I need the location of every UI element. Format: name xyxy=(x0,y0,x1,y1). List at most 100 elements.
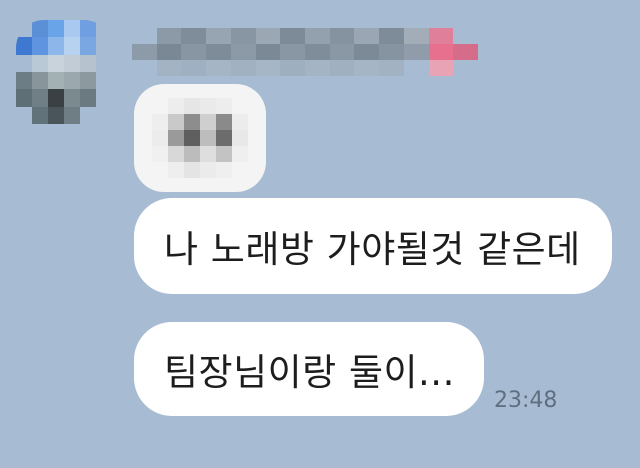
mosaic-pixel xyxy=(428,60,454,76)
mosaic-pixel xyxy=(96,71,112,90)
message-bubble[interactable]: 나 노래방 가야될것 같은데 xyxy=(134,198,612,294)
mosaic-pixel xyxy=(232,162,248,178)
message-timestamp: 23:48 xyxy=(494,388,558,413)
mosaic-pixel xyxy=(16,71,32,90)
mosaic-pixel xyxy=(64,37,80,55)
mosaic-pixel xyxy=(184,146,200,162)
mosaic-pixel xyxy=(80,71,96,90)
mosaic-pixel xyxy=(80,54,96,72)
mosaic-pixel xyxy=(403,28,429,44)
mosaic-pixel xyxy=(16,106,32,124)
mosaic-pixel xyxy=(200,146,216,162)
mosaic-pixel xyxy=(181,28,207,44)
mosaic-pixel xyxy=(16,54,32,72)
mosaic-pixel xyxy=(453,60,478,76)
mosaic-pixel xyxy=(206,44,231,60)
mosaic-pixel xyxy=(216,130,232,146)
mosaic-pixel xyxy=(379,44,404,60)
mosaic-pixel xyxy=(230,44,256,60)
mosaic-pixel xyxy=(280,44,305,60)
message-bubble[interactable]: 팀장님이랑 둘이... xyxy=(134,322,484,416)
mosaic-pixel xyxy=(329,28,355,44)
mosaic-pixel xyxy=(152,162,168,178)
mosaic-pixel xyxy=(96,37,112,55)
mosaic-pixel xyxy=(280,28,305,44)
mosaic-pixel xyxy=(64,106,80,124)
mosaic-pixel xyxy=(132,28,157,44)
mosaic-pixel xyxy=(48,106,64,124)
mosaic-pixel xyxy=(230,60,256,76)
mosaic-pixel xyxy=(403,60,429,76)
mosaic-pixel xyxy=(255,60,281,76)
mosaic-pixel xyxy=(216,146,232,162)
mosaic-pixel xyxy=(80,89,96,107)
mosaic-pixel xyxy=(80,37,96,55)
mosaic-pixel xyxy=(200,162,216,178)
mosaic-pixel xyxy=(232,114,248,130)
mosaic-pixel xyxy=(304,60,330,76)
mosaic-pixel xyxy=(200,130,216,146)
mosaic-pixel xyxy=(184,162,200,178)
mosaic-pixel xyxy=(379,60,404,76)
blurred-sticker-icon xyxy=(152,98,248,178)
mosaic-pixel xyxy=(64,54,80,72)
mosaic-pixel xyxy=(96,54,112,72)
mosaic-pixel xyxy=(156,44,182,60)
mosaic-pixel xyxy=(152,146,168,162)
mosaic-pixel xyxy=(64,71,80,90)
mosaic-pixel xyxy=(280,60,305,76)
mosaic-pixel xyxy=(152,130,168,146)
sender-avatar[interactable] xyxy=(16,20,112,124)
mosaic-pixel xyxy=(48,37,64,55)
mosaic-pixel xyxy=(453,44,478,60)
mosaic-pixel xyxy=(379,28,404,44)
mosaic-pixel xyxy=(168,146,184,162)
mosaic-pixel xyxy=(216,98,232,114)
mosaic-pixel xyxy=(32,20,48,38)
mosaic-pixel xyxy=(232,98,248,114)
mosaic-pixel xyxy=(304,28,330,44)
mosaic-pixel xyxy=(428,44,454,60)
mosaic-pixel xyxy=(230,28,256,44)
mosaic-pixel xyxy=(232,146,248,162)
mosaic-pixel xyxy=(32,106,48,124)
mosaic-pixel xyxy=(80,20,96,38)
mosaic-pixel xyxy=(16,37,32,55)
mosaic-pixel xyxy=(48,54,64,72)
mosaic-pixel xyxy=(181,44,207,60)
sender-name-blurred xyxy=(132,28,478,76)
chat-message-list: 나 노래방 가야될것 같은데 팀장님이랑 둘이... 23:48 xyxy=(0,0,640,468)
mosaic-pixel xyxy=(48,20,64,38)
mosaic-pixel xyxy=(48,89,64,107)
mosaic-pixel xyxy=(255,44,281,60)
mosaic-pixel xyxy=(64,20,80,38)
mosaic-pixel xyxy=(16,89,32,107)
mosaic-pixel xyxy=(255,28,281,44)
mosaic-pixel xyxy=(168,130,184,146)
mosaic-pixel xyxy=(152,98,168,114)
mosaic-pixel xyxy=(156,28,182,44)
mosaic-pixel xyxy=(184,114,200,130)
mosaic-pixel xyxy=(16,20,32,38)
mosaic-pixel xyxy=(184,98,200,114)
sticker-message-bubble[interactable] xyxy=(134,84,266,192)
mosaic-pixel xyxy=(168,98,184,114)
mosaic-pixel xyxy=(168,114,184,130)
message-text: 나 노래방 가야될것 같은데 xyxy=(164,228,581,271)
mosaic-pixel xyxy=(132,60,157,76)
mosaic-pixel xyxy=(216,162,232,178)
mosaic-pixel xyxy=(168,162,184,178)
mosaic-pixel xyxy=(32,37,48,55)
mosaic-pixel xyxy=(32,71,48,90)
mosaic-pixel xyxy=(354,60,380,76)
mosaic-pixel xyxy=(96,106,112,124)
mosaic-pixel xyxy=(329,60,355,76)
mosaic-pixel xyxy=(453,28,478,44)
mosaic-pixel xyxy=(181,60,207,76)
mosaic-pixel xyxy=(32,89,48,107)
mosaic-pixel xyxy=(32,54,48,72)
mosaic-pixel xyxy=(152,114,168,130)
mosaic-pixel xyxy=(206,28,231,44)
mosaic-pixel xyxy=(329,44,355,60)
mosaic-pixel xyxy=(132,44,157,60)
